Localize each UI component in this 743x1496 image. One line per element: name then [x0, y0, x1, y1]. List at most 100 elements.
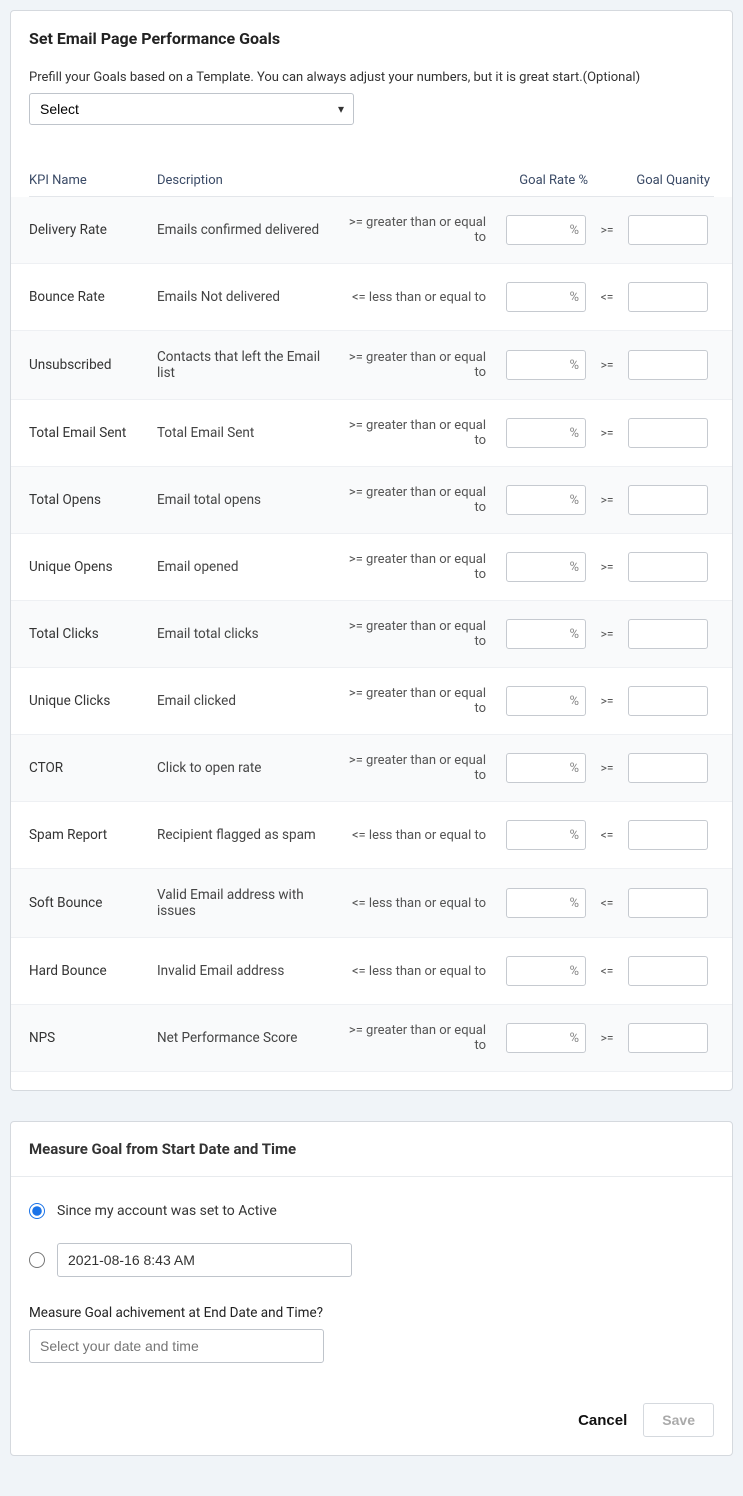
kpi-operator-text: <= less than or equal to [340, 964, 500, 979]
kpi-name: Unique Opens [29, 559, 157, 575]
kpi-rate-cell: % [500, 1023, 592, 1053]
header-description: Description [157, 173, 340, 188]
kpi-operator-symbol: >= [592, 223, 622, 237]
kpi-name: Total Email Sent [29, 425, 157, 441]
kpi-row: Hard BounceInvalid Email address<= less … [11, 938, 732, 1005]
kpi-row: CTORClick to open rate>= greater than or… [11, 735, 732, 802]
kpi-operator-text: >= greater than or equal to [340, 1023, 500, 1053]
kpi-operator-text: >= greater than or equal to [340, 215, 500, 245]
goal-quantity-input[interactable] [628, 888, 708, 918]
kpi-description: Total Email Sent [157, 425, 340, 441]
kpi-qty-cell [622, 686, 714, 716]
goal-rate-input[interactable]: % [506, 215, 586, 245]
goal-quantity-input[interactable] [628, 820, 708, 850]
kpi-operator-text: >= greater than or equal to [340, 753, 500, 783]
kpi-name: CTOR [29, 760, 157, 776]
measure-panel-title: Measure Goal from Start Date and Time [11, 1122, 732, 1177]
kpi-qty-cell [622, 215, 714, 245]
kpi-qty-cell [622, 619, 714, 649]
goal-quantity-input[interactable] [628, 485, 708, 515]
goal-rate-input[interactable]: % [506, 753, 586, 783]
goal-quantity-input[interactable] [628, 753, 708, 783]
header-goal-rate: Goal Rate % [500, 173, 592, 188]
kpi-row: Spam ReportRecipient flagged as spam<= l… [11, 802, 732, 869]
kpi-operator-symbol: <= [592, 964, 622, 978]
kpi-operator-text: <= less than or equal to [340, 896, 500, 911]
kpi-qty-cell [622, 753, 714, 783]
goal-quantity-input[interactable] [628, 956, 708, 986]
goal-quantity-input[interactable] [628, 619, 708, 649]
radio-since-active[interactable] [29, 1203, 45, 1219]
goal-quantity-input[interactable] [628, 686, 708, 716]
kpi-operator-symbol: <= [592, 896, 622, 910]
template-select[interactable]: Select [29, 93, 354, 125]
kpi-operator-text: >= greater than or equal to [340, 485, 500, 515]
radio-row-active: Since my account was set to Active [29, 1191, 714, 1231]
prefill-instructions: Prefill your Goals based on a Template. … [29, 58, 714, 93]
cancel-button[interactable]: Cancel [578, 1412, 627, 1429]
kpi-operator-symbol: >= [592, 694, 622, 708]
kpi-table-header: KPI Name Description Goal Rate % Goal Qu… [29, 165, 714, 197]
kpi-rate-cell: % [500, 350, 592, 380]
kpi-description: Valid Email address with issues [157, 887, 340, 919]
goal-rate-input[interactable]: % [506, 888, 586, 918]
goal-quantity-input[interactable] [628, 282, 708, 312]
kpi-description: Invalid Email address [157, 963, 340, 979]
kpi-description: Email total clicks [157, 626, 340, 642]
kpi-row: NPSNet Performance Score>= greater than … [11, 1005, 732, 1072]
kpi-operator-symbol: >= [592, 1031, 622, 1045]
kpi-row: Unique ClicksEmail clicked>= greater tha… [11, 668, 732, 735]
goal-rate-input[interactable]: % [506, 820, 586, 850]
kpi-operator-symbol: >= [592, 761, 622, 775]
goal-quantity-input[interactable] [628, 350, 708, 380]
goal-rate-input[interactable]: % [506, 686, 586, 716]
kpi-qty-cell [622, 1023, 714, 1053]
radio-custom-date[interactable] [29, 1252, 45, 1268]
kpi-description: Emails confirmed delivered [157, 222, 340, 238]
kpi-qty-cell [622, 956, 714, 986]
goal-rate-input[interactable]: % [506, 552, 586, 582]
goal-rate-input[interactable]: % [506, 485, 586, 515]
kpi-row: Total Email SentTotal Email Sent>= great… [11, 400, 732, 467]
goal-quantity-input[interactable] [628, 552, 708, 582]
goal-quantity-input[interactable] [628, 418, 708, 448]
kpi-row: Delivery RateEmails confirmed delivered>… [11, 197, 732, 264]
save-button[interactable]: Save [643, 1403, 714, 1437]
kpi-description: Net Performance Score [157, 1030, 340, 1046]
kpi-name: NPS [29, 1030, 157, 1046]
kpi-rate-cell: % [500, 282, 592, 312]
kpi-qty-cell [622, 552, 714, 582]
kpi-operator-text: >= greater than or equal to [340, 619, 500, 649]
panel-title: Set Email Page Performance Goals [11, 11, 732, 58]
kpi-row: Bounce RateEmails Not delivered<= less t… [11, 264, 732, 331]
kpi-rate-cell: % [500, 820, 592, 850]
kpi-qty-cell [622, 485, 714, 515]
end-date-input[interactable] [29, 1329, 324, 1363]
header-spacer [340, 173, 500, 188]
goal-quantity-input[interactable] [628, 215, 708, 245]
goal-quantity-input[interactable] [628, 1023, 708, 1053]
kpi-operator-text: <= less than or equal to [340, 828, 500, 843]
kpi-description: Email clicked [157, 693, 340, 709]
goal-rate-input[interactable]: % [506, 282, 586, 312]
goal-rate-input[interactable]: % [506, 956, 586, 986]
kpi-operator-text: >= greater than or equal to [340, 418, 500, 448]
goal-rate-input[interactable]: % [506, 350, 586, 380]
kpi-description: Contacts that left the Email list [157, 349, 340, 381]
kpi-row: Total ClicksEmail total clicks>= greater… [11, 601, 732, 668]
goal-rate-input[interactable]: % [506, 1023, 586, 1053]
kpi-operator-symbol: <= [592, 290, 622, 304]
actions-bar: Cancel Save [29, 1363, 714, 1437]
kpi-operator-text: >= greater than or equal to [340, 686, 500, 716]
goal-rate-input[interactable]: % [506, 619, 586, 649]
kpi-name: Total Clicks [29, 626, 157, 642]
kpi-rate-cell: % [500, 888, 592, 918]
kpi-rate-cell: % [500, 552, 592, 582]
radio-row-date [29, 1231, 714, 1289]
start-date-input[interactable] [57, 1243, 352, 1277]
kpi-rate-cell: % [500, 215, 592, 245]
kpi-qty-cell [622, 418, 714, 448]
header-kpi-name: KPI Name [29, 173, 157, 188]
goal-rate-input[interactable]: % [506, 418, 586, 448]
kpi-operator-text: >= greater than or equal to [340, 552, 500, 582]
